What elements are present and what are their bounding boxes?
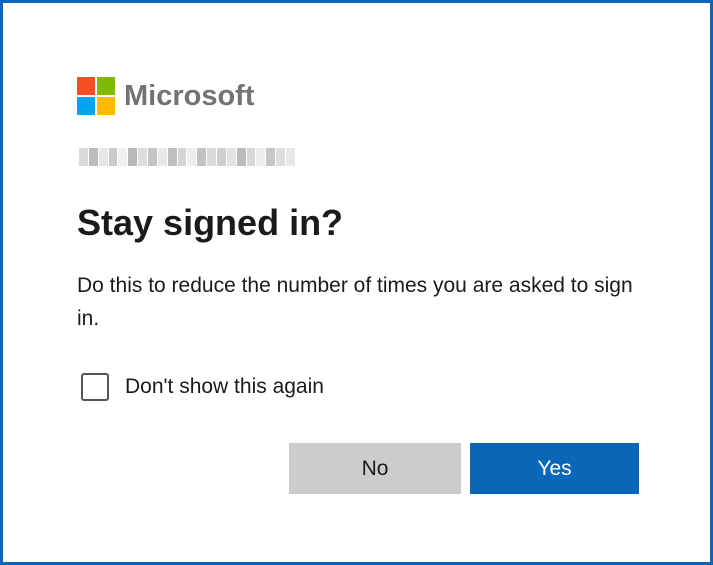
dont-show-again-row[interactable]: Don't show this again (81, 371, 324, 403)
dont-show-again-checkbox[interactable] (81, 373, 109, 401)
yes-button[interactable]: Yes (470, 443, 639, 494)
microsoft-logo-icon (77, 77, 115, 115)
logo-square-yellow (97, 97, 115, 115)
logo-square-blue (77, 97, 95, 115)
logo-square-red (77, 77, 95, 95)
logo-square-green (97, 77, 115, 95)
sign-in-dialog: Microsoft Stay signed in? Do this to red… (0, 0, 713, 565)
microsoft-logo: Microsoft (77, 77, 255, 115)
no-button[interactable]: No (289, 443, 461, 494)
dont-show-again-label[interactable]: Don't show this again (125, 371, 324, 403)
account-identity-redacted (79, 148, 295, 166)
brand-name: Microsoft (124, 80, 255, 112)
dialog-description: Do this to reduce the number of times yo… (77, 274, 633, 330)
dialog-title: Stay signed in? (77, 202, 344, 243)
